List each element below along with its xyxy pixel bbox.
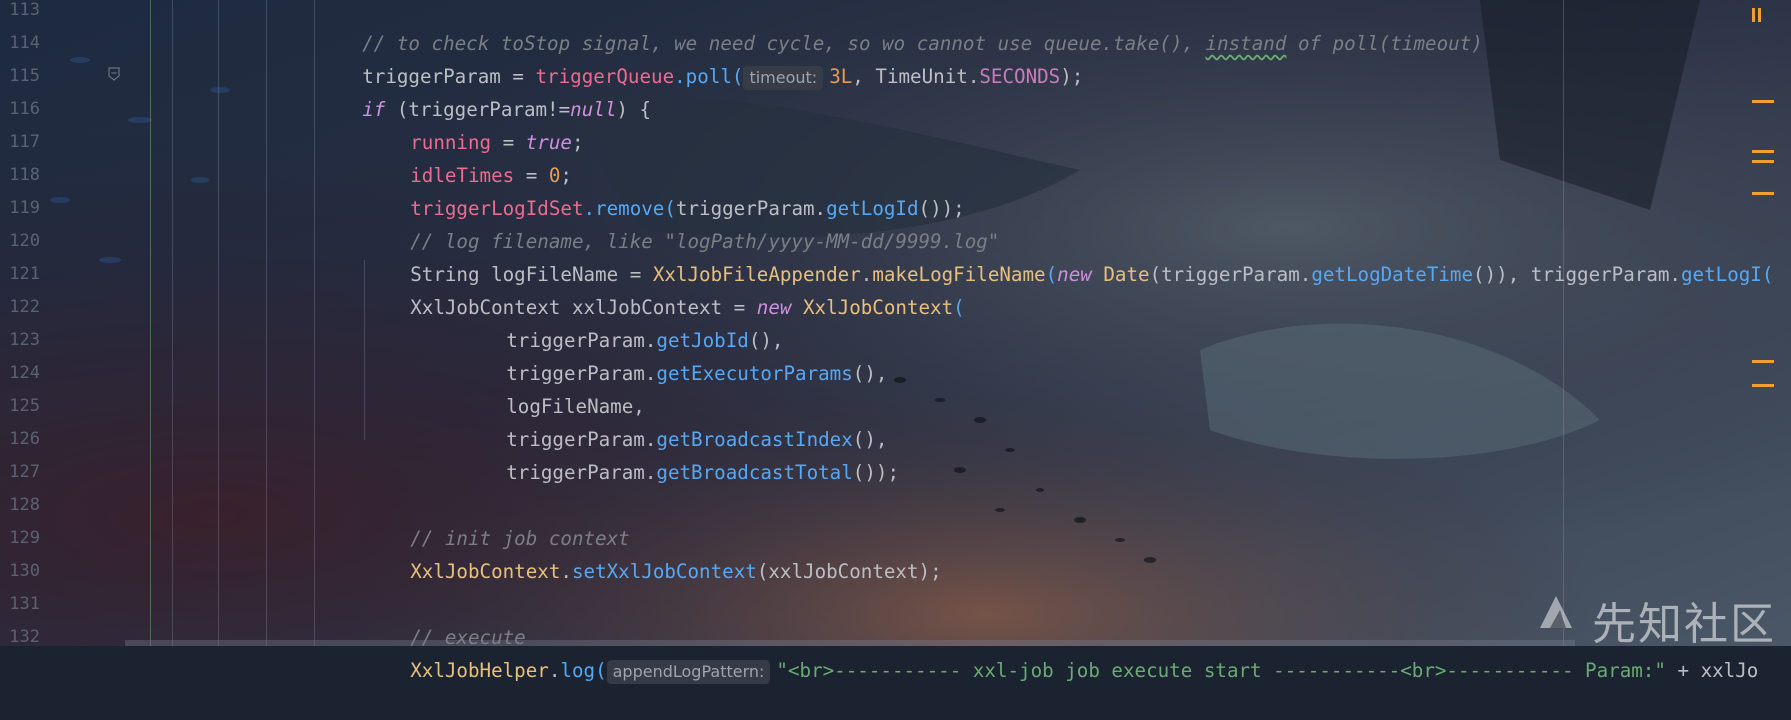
code-line-128: // init job context (364, 489, 630, 550)
code-token: 3L (829, 65, 853, 88)
code-token: ) { (616, 98, 652, 121)
error-stripe-marker[interactable] (1752, 384, 1774, 387)
code-line-113: // to check toStop signal, we need cycle… (316, 0, 1483, 55)
code-token: getExecutorParams (656, 362, 853, 385)
code-line-115: if (triggerParam!=null) { (316, 60, 651, 121)
code-token: SECONDS (979, 65, 1061, 88)
code-token: ); (1060, 65, 1084, 88)
code-token: log (560, 659, 596, 682)
error-stripe-marker[interactable] (1752, 8, 1755, 22)
code-token: ( (1045, 263, 1058, 286)
code-token: getBroadcastTotal (656, 461, 853, 484)
code-line-123: triggerParam.getExecutorParams(), (460, 324, 887, 385)
code-token: XxlJobContext (410, 560, 561, 583)
code-line-119: // log filename, like "logPath/yyyy-MM-d… (364, 192, 999, 253)
code-token: Date (1091, 263, 1150, 286)
error-stripe-marker[interactable] (1752, 360, 1774, 363)
error-stripe-marker[interactable] (1752, 160, 1774, 163)
code-token: XxlJobContext (791, 296, 954, 319)
typo-warning[interactable]: instand (1206, 32, 1287, 55)
code-token: . (548, 659, 561, 682)
error-stripe-marker[interactable] (1758, 8, 1761, 22)
code-token: "<br>----------- xxl-job job execute sta… (776, 659, 1666, 682)
code-line-118: triggerLogIdSet.remove(triggerParam.getL… (364, 159, 965, 220)
code-line-125: triggerParam.getBroadcastIndex(), (460, 390, 887, 451)
error-stripe-marker[interactable] (1752, 150, 1774, 153)
code-token: ( (595, 659, 607, 682)
code-line-122: triggerParam.getJobId(), (460, 291, 783, 352)
error-stripe-marker[interactable] (1752, 100, 1774, 103)
code-token: getLogDateTime (1311, 263, 1474, 286)
code-token: .poll( (674, 65, 744, 88)
code-token: , TimeUnit. (852, 65, 980, 88)
code-line-117: idleTimes = 0; (364, 126, 572, 187)
code-line-120: String logFileName = XxlJobFileAppender.… (364, 225, 1773, 286)
inlay-hint-appendlogpattern: appendLogPattern: (606, 660, 771, 684)
code-token: setXxlJobContext (571, 560, 757, 583)
code-token: XxlJobHelper (410, 659, 549, 682)
code-token: new (1057, 263, 1092, 286)
code-token: ( (953, 296, 965, 319)
code-token: + xxlJo (1665, 659, 1759, 682)
inlay-hint-timeout: timeout: (743, 66, 824, 90)
code-token: ()), triggerParam. (1473, 263, 1681, 286)
error-stripe-marker[interactable] (1752, 192, 1774, 195)
code-line-121: XxlJobContext xxlJobContext = new XxlJob… (364, 258, 965, 319)
code-token: (), (852, 362, 888, 385)
comment: of poll(timeout) (1286, 32, 1483, 55)
xianzhi-logo-icon (1540, 596, 1572, 628)
code-token: triggerParam. (506, 461, 657, 484)
code-token: (xxlJobContext); (756, 560, 942, 583)
code-line-116: running = true; (364, 93, 583, 154)
watermark-text: 先知社区 (1592, 599, 1776, 650)
code-line-129: XxlJobContext.setXxlJobContext(xxlJobCon… (364, 522, 941, 583)
code-token: ()); (852, 461, 900, 484)
code-line-114: triggerParam = triggerQueue.poll(timeout… (316, 27, 1083, 90)
code-token: . (560, 560, 572, 583)
code-line-131: // execute (364, 588, 526, 649)
code-token: ; (571, 131, 584, 154)
code-editor[interactable]: // to check toStop signal, we need cycle… (0, 0, 1791, 684)
vertical-scrollbar[interactable] (1752, 0, 1791, 646)
code-line-126: triggerParam.getBroadcastTotal()); (460, 423, 899, 484)
code-line-124: logFileName, (460, 357, 645, 418)
horizontal-scrollbar[interactable] (125, 640, 1575, 646)
code-token: (triggerParam. (1149, 263, 1312, 286)
